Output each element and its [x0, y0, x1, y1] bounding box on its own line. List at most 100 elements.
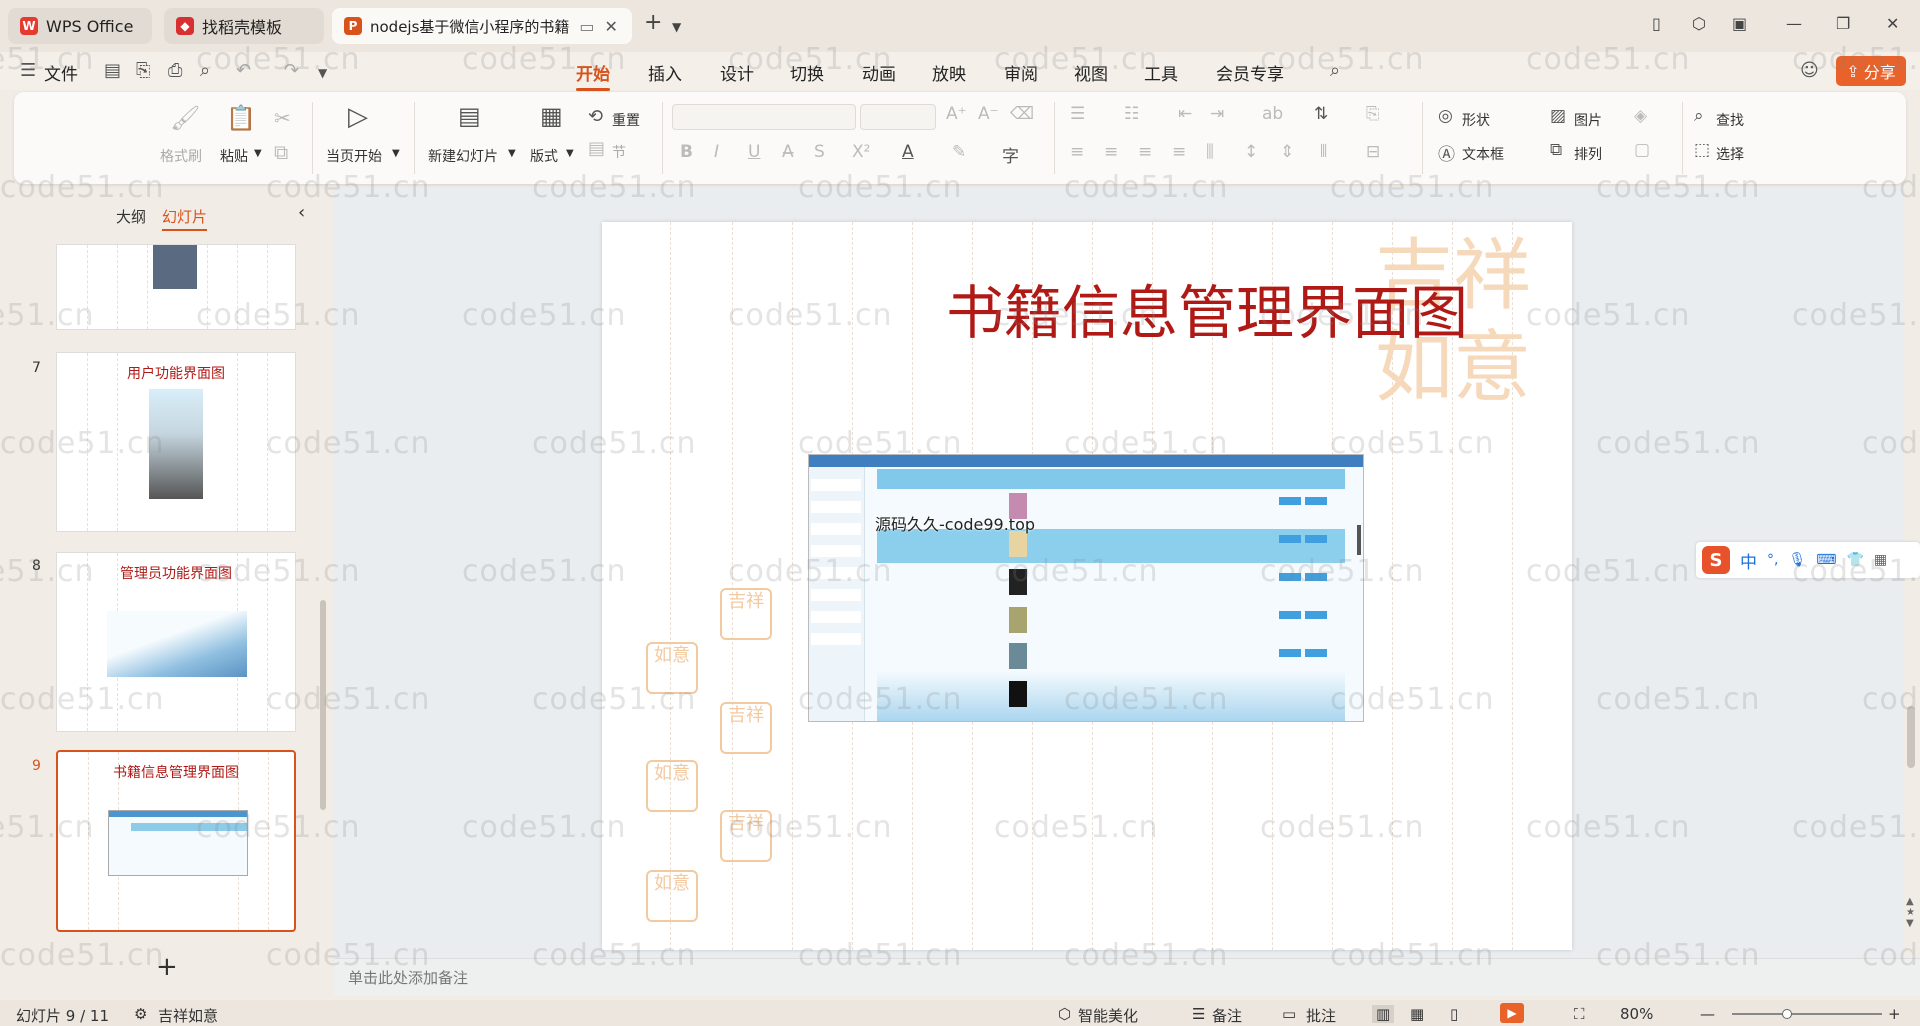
zoom-in-icon[interactable]: +: [1888, 1005, 1901, 1023]
play-from-current-button[interactable]: 当页开始: [326, 146, 382, 166]
arrange-button[interactable]: 排列: [1574, 144, 1602, 164]
slide-thumbnail-6[interactable]: [56, 244, 296, 330]
redo-icon[interactable]: ↷: [284, 60, 299, 81]
tab-template[interactable]: ◆ 找稻壳模板: [164, 8, 324, 44]
menu-tools[interactable]: 工具: [1144, 60, 1178, 85]
menu-slideshow[interactable]: 放映: [932, 60, 966, 85]
slide-thumbnail-9[interactable]: 书籍信息管理界面图: [56, 750, 296, 932]
keyboard-icon[interactable]: ⌨: [1816, 552, 1836, 568]
search-icon[interactable]: ⌕: [1694, 106, 1704, 126]
tab-wps-office[interactable]: W WPS Office: [8, 8, 152, 44]
section-icon[interactable]: ▤: [588, 138, 605, 159]
format-brush-button[interactable]: 格式刷: [160, 146, 202, 166]
reset-button[interactable]: 重置: [612, 110, 640, 130]
chat-icon[interactable]: ☺: [1800, 60, 1819, 81]
increase-font-icon[interactable]: A⁺: [946, 104, 967, 124]
phonetic-icon[interactable]: 字: [1002, 142, 1019, 167]
bold-icon[interactable]: B: [680, 142, 693, 162]
theme-icon[interactable]: ⚙: [134, 1005, 147, 1023]
align-left-icon[interactable]: ≡: [1070, 142, 1084, 162]
shadow-icon[interactable]: S: [814, 142, 825, 162]
find-button[interactable]: 查找: [1716, 110, 1744, 130]
highlight-icon[interactable]: ✎: [952, 142, 966, 162]
shape-button[interactable]: 形状: [1462, 110, 1490, 130]
textbox-icon[interactable]: Ⓐ: [1438, 140, 1455, 165]
reading-view-icon[interactable]: ▯: [1450, 1005, 1458, 1023]
paragraph-spacing-icon[interactable]: ⇕: [1280, 142, 1294, 162]
print-icon[interactable]: ⎙: [168, 60, 182, 81]
align-center-icon[interactable]: ≡: [1104, 142, 1118, 162]
slideshow-play-icon[interactable]: ▶: [1500, 1003, 1524, 1023]
notes-icon[interactable]: ☰: [1192, 1005, 1205, 1023]
menu-review[interactable]: 审阅: [1004, 60, 1038, 85]
text-direction-icon[interactable]: ab: [1262, 104, 1283, 124]
monitor-icon[interactable]: ▭: [579, 17, 594, 36]
zoom-slider[interactable]: [1732, 1009, 1882, 1019]
fill-icon[interactable]: ◈: [1634, 106, 1647, 126]
menu-view[interactable]: 视图: [1074, 60, 1108, 85]
punctuation-icon[interactable]: °,: [1767, 552, 1778, 568]
menu-home[interactable]: 开始: [576, 60, 610, 91]
strikethrough-icon[interactable]: A̶: [782, 142, 794, 162]
clear-format-icon[interactable]: ⌫: [1010, 104, 1034, 124]
embedded-screenshot[interactable]: 源码久久-code99.top: [808, 454, 1364, 722]
copy-icon[interactable]: ⧉: [274, 140, 288, 164]
slide-thumbnail-7[interactable]: 用户功能界面图: [56, 352, 296, 532]
zoom-slider-thumb[interactable]: [1782, 1009, 1792, 1019]
italic-icon[interactable]: I: [714, 142, 719, 162]
reset-icon[interactable]: ⟲: [588, 106, 603, 127]
comments-button[interactable]: 批注: [1306, 1005, 1336, 1026]
chevron-down-icon[interactable]: ▼: [566, 148, 574, 159]
outline-icon[interactable]: ▢: [1634, 140, 1650, 160]
normal-view-icon[interactable]: ▥: [1372, 1005, 1395, 1023]
theme-name[interactable]: 吉祥如意: [158, 1005, 218, 1026]
convert-icon[interactable]: ⎘: [1366, 104, 1380, 124]
bullet-list-icon[interactable]: ☰: [1070, 104, 1085, 124]
section-button[interactable]: 节: [612, 142, 626, 162]
line-spacing-icon[interactable]: ↕: [1244, 142, 1258, 162]
layout-icon[interactable]: ▯: [1652, 14, 1661, 33]
font-family-select[interactable]: [672, 104, 856, 130]
zoom-out-icon[interactable]: —: [1700, 1005, 1715, 1023]
menu-member[interactable]: 会员专享: [1216, 60, 1284, 85]
save-icon[interactable]: ▤: [104, 60, 121, 81]
superscript-icon[interactable]: X²: [852, 142, 870, 162]
font-color-icon[interactable]: A: [902, 142, 914, 162]
paste-button[interactable]: 粘贴: [220, 146, 248, 166]
paste-icon[interactable]: 📋: [226, 104, 256, 132]
select-icon[interactable]: ⬚: [1694, 140, 1710, 160]
notes-toggle-button[interactable]: 备注: [1212, 1005, 1242, 1026]
picture-button[interactable]: 图片: [1574, 110, 1602, 130]
chevron-down-icon[interactable]: ▼: [254, 148, 262, 159]
hamburger-icon[interactable]: ☰: [20, 60, 36, 81]
menu-transition[interactable]: 切换: [790, 60, 824, 85]
font-size-select[interactable]: [860, 104, 936, 130]
new-slide-button[interactable]: 新建幻灯片: [428, 146, 498, 166]
skin-icon[interactable]: 👕: [1846, 552, 1863, 568]
justify-icon[interactable]: ≡: [1172, 142, 1186, 162]
minimize-icon[interactable]: —: [1786, 14, 1802, 33]
notes-pane[interactable]: 单击此处添加备注: [334, 958, 1920, 996]
numbered-list-icon[interactable]: ☷: [1124, 104, 1139, 124]
print-preview-icon[interactable]: ⌕: [200, 60, 210, 81]
menu-design[interactable]: 设计: [720, 60, 754, 85]
distribute-icon[interactable]: ⫼: [1206, 142, 1214, 162]
slide-sorter-icon[interactable]: ▦: [1410, 1005, 1424, 1023]
microphone-icon[interactable]: 🎙: [1788, 552, 1806, 568]
slide-title[interactable]: 书籍信息管理界面图: [602, 266, 1572, 350]
format-brush-icon[interactable]: 🖌: [170, 104, 200, 132]
picture-icon[interactable]: ▨: [1550, 106, 1566, 126]
align-right-icon[interactable]: ≡: [1138, 142, 1152, 162]
smart-beautify-button[interactable]: 智能美化: [1078, 1005, 1138, 1026]
page-nav[interactable]: ▲ ★ ▼: [1906, 896, 1915, 929]
arrange-icon[interactable]: ⧉: [1550, 140, 1562, 160]
search-icon[interactable]: ⌕: [1330, 60, 1340, 81]
share-button[interactable]: ⇪ 分享: [1836, 56, 1906, 86]
new-tab-icon[interactable]: +: [644, 10, 662, 35]
beautify-icon[interactable]: ⬡: [1058, 1005, 1071, 1023]
notes-placeholder[interactable]: 单击此处添加备注: [348, 967, 468, 988]
menu-animation[interactable]: 动画: [862, 60, 896, 85]
more-icon[interactable]: ▼: [318, 66, 327, 80]
decrease-indent-icon[interactable]: ⇤: [1178, 104, 1192, 124]
tab-outline[interactable]: 大纲: [116, 206, 146, 227]
